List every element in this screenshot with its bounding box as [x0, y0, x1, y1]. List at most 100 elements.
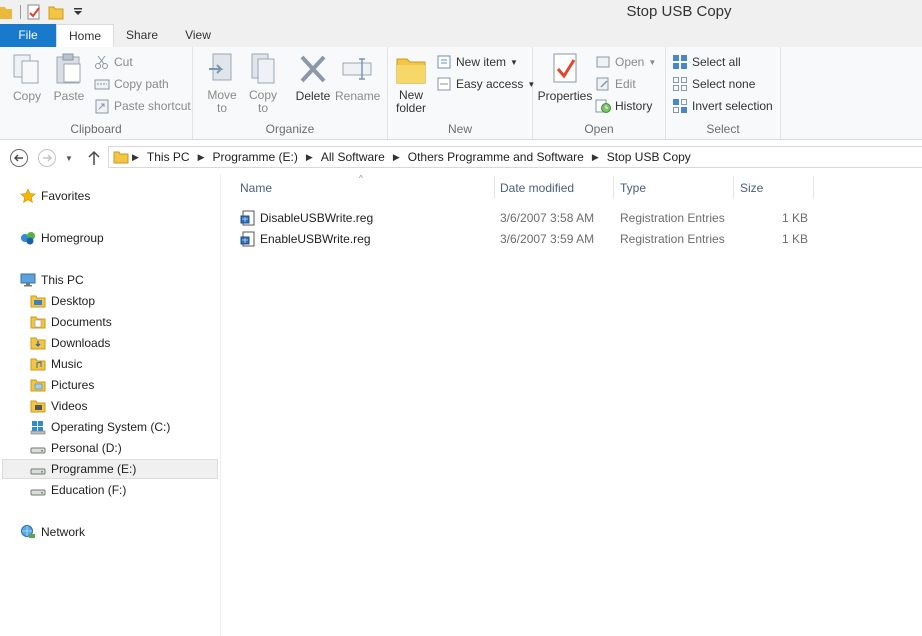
- column-divider[interactable]: [613, 176, 614, 198]
- nav-desktop[interactable]: Desktop: [30, 291, 95, 311]
- nav-documents[interactable]: Documents: [30, 312, 112, 332]
- column-header-type[interactable]: Type: [620, 181, 646, 195]
- breadcrumb-this-pc[interactable]: This PC: [142, 150, 195, 164]
- back-button[interactable]: [9, 148, 29, 168]
- nav-videos[interactable]: Videos: [30, 396, 87, 416]
- rename-button[interactable]: Rename: [335, 51, 380, 103]
- copy-to-button[interactable]: Copy to: [246, 51, 280, 115]
- up-button[interactable]: [84, 148, 104, 168]
- breadcrumb-all-software[interactable]: All Software: [316, 150, 390, 164]
- nav-downloads[interactable]: Downloads: [30, 333, 110, 353]
- select-none-icon: [672, 76, 688, 92]
- breadcrumb-programme-e[interactable]: Programme (E:): [208, 150, 303, 164]
- forward-arrow-icon: [38, 149, 56, 167]
- select-all-icon: [672, 54, 688, 70]
- breadcrumb-separator[interactable]: ▶: [303, 152, 316, 163]
- ribbon-tab-row: File Home Share View: [0, 24, 922, 48]
- column-divider[interactable]: [494, 176, 495, 198]
- star-icon: [20, 188, 36, 204]
- column-divider[interactable]: [813, 176, 814, 198]
- drive-icon: [30, 461, 46, 477]
- paste-button[interactable]: Paste: [52, 51, 86, 103]
- videos-folder-icon: [30, 398, 46, 414]
- new-folder-button[interactable]: New folder: [394, 51, 428, 115]
- forward-button[interactable]: [37, 148, 57, 168]
- windows-drive-icon: [30, 419, 46, 435]
- properties-button[interactable]: Properties: [537, 51, 593, 103]
- pane-divider[interactable]: [220, 174, 221, 636]
- select-all-button[interactable]: Select all: [672, 52, 741, 72]
- file-size: 1 KB: [782, 211, 809, 225]
- select-none-button[interactable]: Select none: [672, 74, 755, 94]
- pictures-folder-icon: [30, 377, 46, 393]
- desktop-folder-icon: [30, 293, 46, 309]
- edit-icon: [595, 76, 611, 92]
- tab-home[interactable]: Home: [56, 24, 114, 47]
- folder-icon: [113, 149, 129, 165]
- open-group-label: Open: [584, 122, 614, 136]
- copy-button[interactable]: Copy: [10, 51, 44, 103]
- easy-access-button[interactable]: Easy access ▼: [436, 74, 535, 94]
- copy-path-button[interactable]: Copy path: [94, 74, 169, 94]
- registry-file-icon: [240, 210, 256, 229]
- file-size: 1 KB: [782, 232, 809, 246]
- nav-drive-d[interactable]: Personal (D:): [30, 438, 122, 458]
- breadcrumb-others-programme[interactable]: Others Programme and Software: [403, 150, 589, 164]
- nav-drive-f[interactable]: Education (F:): [30, 480, 126, 500]
- column-header-date-modified[interactable]: Date modified: [500, 181, 574, 195]
- delete-button[interactable]: Delete: [293, 51, 333, 103]
- cut-button[interactable]: Cut: [94, 52, 133, 72]
- documents-folder-icon: [30, 314, 46, 330]
- paste-shortcut-button[interactable]: Paste shortcut: [94, 96, 191, 116]
- nav-this-pc[interactable]: This PC: [20, 270, 84, 290]
- drive-icon: [30, 482, 46, 498]
- tab-view[interactable]: View: [174, 24, 222, 47]
- file-name: DisableUSBWrite.reg: [260, 211, 374, 225]
- nav-network[interactable]: Network: [20, 522, 85, 542]
- drive-icon: [30, 440, 46, 456]
- sort-ascending-icon: ^: [359, 174, 363, 183]
- breadcrumb-separator[interactable]: ▶: [195, 152, 208, 163]
- nav-favorites[interactable]: Favorites: [20, 186, 90, 206]
- nav-music[interactable]: Music: [30, 354, 82, 374]
- nav-drive-c[interactable]: Operating System (C:): [30, 417, 170, 437]
- column-header-name[interactable]: Name: [240, 181, 272, 195]
- open-button[interactable]: Open ▼: [595, 52, 656, 72]
- nav-homegroup[interactable]: Homegroup: [20, 228, 104, 248]
- edit-button[interactable]: Edit: [595, 74, 636, 94]
- move-to-button[interactable]: Move to: [205, 51, 239, 115]
- copy-to-icon: [246, 51, 280, 87]
- file-row[interactable]: EnableUSBWrite.reg 3/6/2007 3:59 AM Regi…: [236, 229, 816, 249]
- rename-icon: [340, 51, 374, 87]
- back-arrow-icon: [10, 149, 28, 167]
- invert-selection-button[interactable]: Invert selection: [672, 96, 773, 116]
- file-name: EnableUSBWrite.reg: [260, 232, 371, 246]
- copy-path-icon: [94, 76, 110, 92]
- column-divider[interactable]: [733, 176, 734, 198]
- nav-pictures[interactable]: Pictures: [30, 375, 94, 395]
- registry-file-icon: [240, 231, 256, 250]
- tab-share[interactable]: Share: [118, 24, 166, 47]
- breadcrumb-separator[interactable]: ▶: [129, 152, 142, 163]
- file-date: 3/6/2007 3:59 AM: [500, 232, 595, 246]
- breadcrumb-separator[interactable]: ▶: [390, 152, 403, 163]
- tab-file[interactable]: File: [0, 24, 56, 47]
- invert-selection-icon: [672, 98, 688, 114]
- paste-icon: [52, 51, 86, 87]
- file-row[interactable]: DisableUSBWrite.reg 3/6/2007 3:58 AM Reg…: [236, 208, 816, 228]
- new-group: New folder New item ▼ Easy access ▼ New: [388, 47, 535, 139]
- new-item-button[interactable]: New item ▼: [436, 52, 518, 72]
- organize-group: Move to Copy to Delete Rename Organize: [193, 47, 388, 139]
- delete-x-icon: [296, 51, 330, 87]
- column-header-size[interactable]: Size: [740, 181, 763, 195]
- network-icon: [20, 524, 36, 540]
- address-bar[interactable]: ▶ This PC ▶ Programme (E:) ▶ All Softwar…: [108, 146, 922, 168]
- history-button[interactable]: History: [595, 96, 652, 116]
- nav-drive-e[interactable]: Programme (E:): [30, 459, 136, 479]
- new-item-icon: [436, 54, 452, 70]
- breadcrumb-stop-usb-copy[interactable]: Stop USB Copy: [602, 150, 696, 164]
- ribbon: Copy Paste Cut Copy path Paste shortcut …: [0, 47, 922, 140]
- breadcrumb-separator[interactable]: ▶: [589, 152, 602, 163]
- recent-locations-button[interactable]: ▼: [62, 148, 76, 168]
- history-icon: [595, 98, 611, 114]
